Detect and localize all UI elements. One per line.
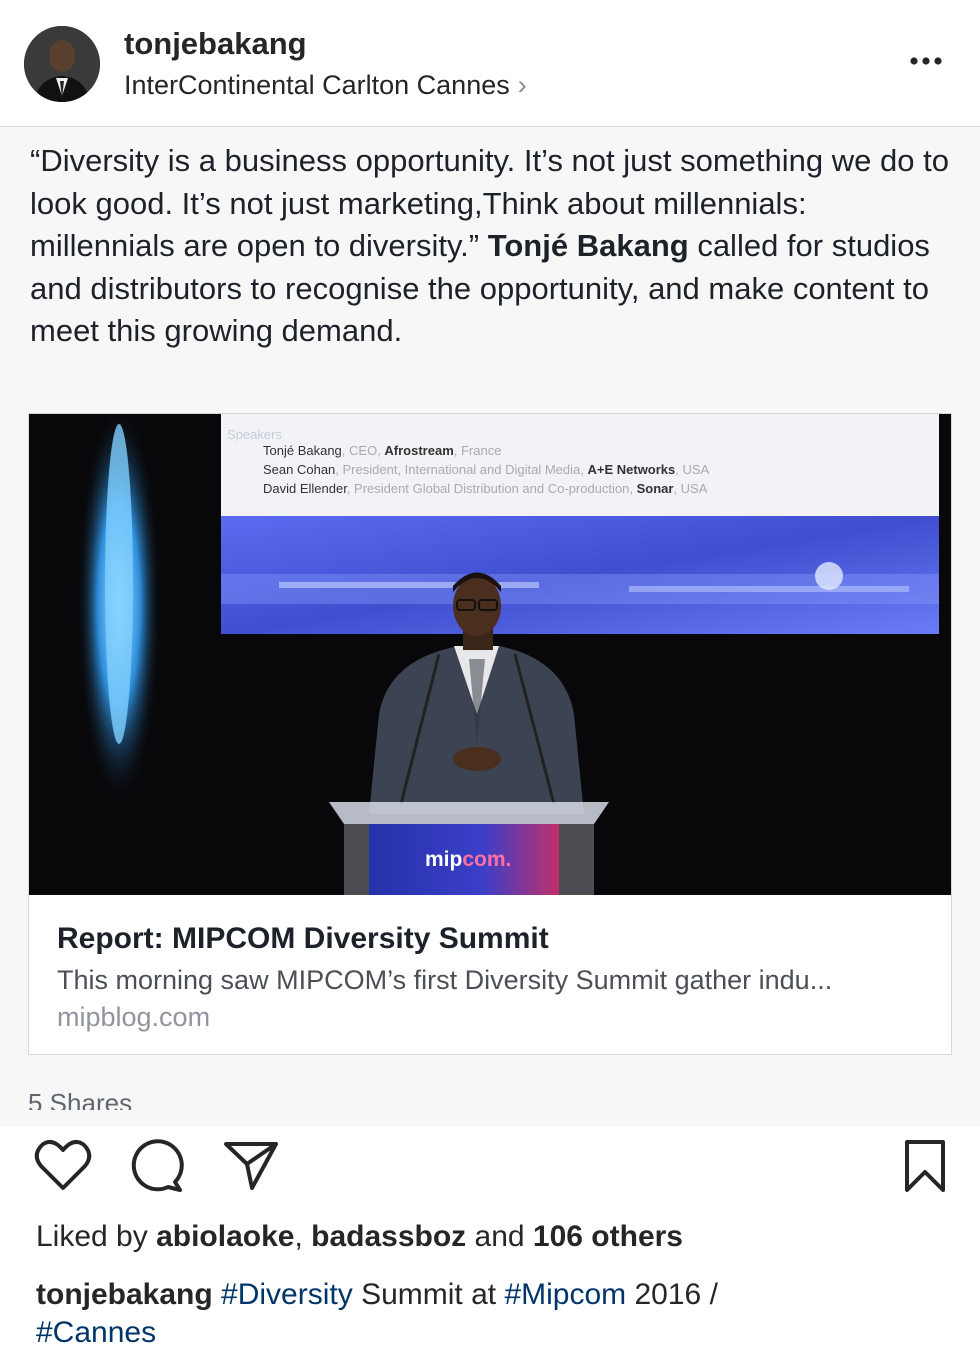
liker-username[interactable]: badassboz: [311, 1220, 466, 1253]
speaker-line: Tonjé Bakang, CEO, Afrostream, France: [227, 441, 939, 460]
caption-text: 2016 /: [626, 1278, 718, 1311]
speaker-line: Sean Cohan, President, International and…: [227, 460, 939, 479]
paper-plane-icon[interactable]: [222, 1138, 280, 1192]
link-title[interactable]: Report: MIPCOM Diversity Summit: [57, 922, 549, 956]
action-bar: [0, 1130, 980, 1200]
hashtag-link[interactable]: #Diversity: [221, 1278, 353, 1311]
speaker-name: David Ellender: [263, 481, 347, 496]
location-label: InterContinental Carlton Cannes: [124, 70, 510, 100]
bookmark-icon[interactable]: [900, 1138, 950, 1194]
heart-icon[interactable]: [34, 1138, 92, 1192]
screen-speakers: Speakers Tonjé Bakang, CEO, Afrostream, …: [227, 428, 939, 498]
speaker-country: , USA: [675, 462, 710, 477]
liker-username[interactable]: abiolaoke: [156, 1220, 294, 1253]
caption-text: Summit at: [352, 1278, 505, 1311]
speaker-name: Tonjé Bakang: [263, 443, 342, 458]
speaker-role: , President, International and Digital M…: [335, 462, 588, 477]
speaker-org: Sonar: [636, 481, 674, 496]
likes-others-count[interactable]: 106 others: [533, 1220, 683, 1253]
avatar[interactable]: [24, 26, 100, 102]
avatar-image: [24, 26, 100, 102]
post-caption: tonjebakang #Diversity Summit at #Mipcom…: [36, 1276, 936, 1352]
link-preview-photo: Speakers Tonjé Bakang, CEO, Afrostream, …: [29, 414, 951, 895]
speaker-line: David Ellender, President Global Distrib…: [227, 479, 939, 498]
podium-logo: mipcom.: [425, 848, 511, 872]
speaker-name: Sean Cohan: [263, 462, 336, 477]
comment-icon[interactable]: [128, 1138, 184, 1192]
shares-count: 5 Shares: [28, 1088, 133, 1110]
shared-post-text: “Diversity is a business opportunity. It…: [30, 140, 950, 353]
link-preview-card[interactable]: Speakers Tonjé Bakang, CEO, Afrostream, …: [28, 413, 952, 1055]
podium-logo-a: mip: [425, 848, 463, 871]
likes-summary[interactable]: Liked by abiolaoke, badassboz and 106 ot…: [36, 1220, 683, 1254]
link-description: This morning saw MIPCOM’s first Diversit…: [57, 965, 833, 995]
chevron-right-icon: ›: [517, 70, 527, 100]
quote-person-name: Tonjé Bakang: [487, 228, 689, 263]
speaker-country: , USA: [673, 481, 708, 496]
likes-prefix: Liked by: [36, 1220, 157, 1253]
podium-logo-b: com.: [462, 848, 512, 871]
post-header: tonjebakang InterContinental Carlton Can…: [0, 0, 980, 127]
speaker-org: A+E Networks: [587, 462, 676, 477]
likes-and: and: [466, 1220, 533, 1253]
header-location[interactable]: InterContinental Carlton Cannes ›: [124, 70, 527, 101]
hashtag-link[interactable]: #Mipcom: [504, 1278, 626, 1311]
hashtag-link[interactable]: #Cannes: [36, 1316, 156, 1349]
speaker-org: Afrostream: [384, 443, 454, 458]
link-domain: mipblog.com: [57, 1002, 211, 1032]
caption-username[interactable]: tonjebakang: [36, 1278, 213, 1311]
speaker-role: , President Global Distribution and Co-p…: [346, 481, 637, 496]
header-username[interactable]: tonjebakang: [124, 26, 307, 62]
screen-heading: Speakers: [227, 428, 282, 441]
more-options-icon[interactable]: [906, 46, 946, 76]
speaker-role: , CEO,: [341, 443, 385, 458]
likes-separator: ,: [294, 1220, 312, 1253]
speaker-country: , France: [453, 443, 502, 458]
